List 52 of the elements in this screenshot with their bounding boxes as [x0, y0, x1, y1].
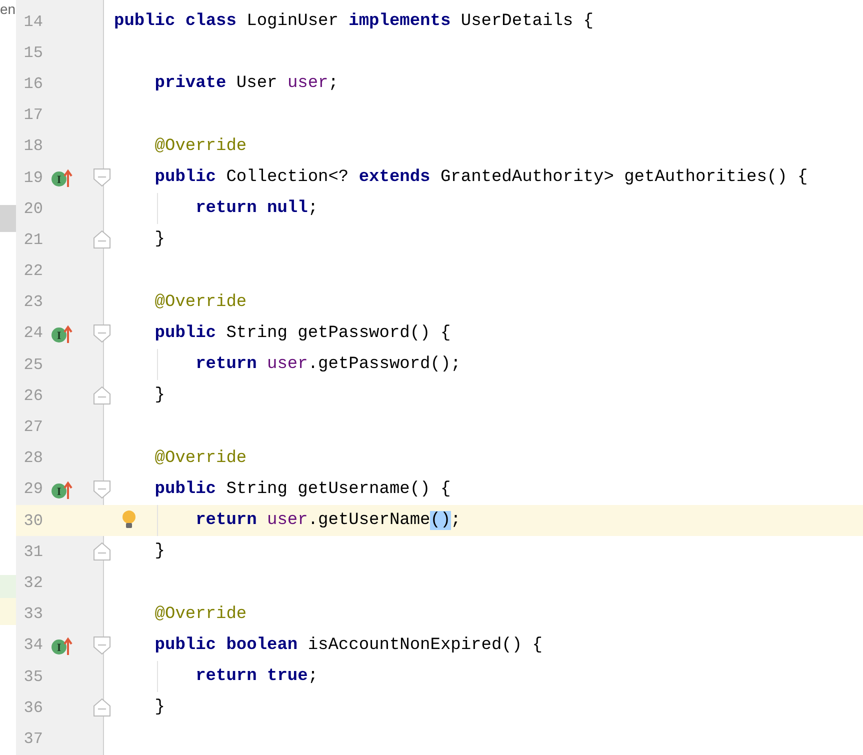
- line-number: 27: [22, 418, 43, 436]
- code-line: @Override: [154, 136, 247, 156]
- line-number: 20: [22, 200, 43, 218]
- line-number: 24: [22, 324, 43, 342]
- line-number: 14: [22, 12, 43, 31]
- line-number: 29: [22, 480, 43, 498]
- line-number: 32: [22, 574, 43, 592]
- code-line: return user.getPassword();: [196, 355, 461, 374]
- code-line: return true;: [196, 667, 318, 686]
- lightbulb-icon[interactable]: [121, 510, 137, 530]
- line-number: 18: [22, 137, 43, 156]
- line-number: 19: [22, 168, 43, 187]
- fold-icon[interactable]: [93, 480, 111, 499]
- fold-icon[interactable]: [93, 636, 111, 655]
- fold-icon[interactable]: [93, 386, 111, 406]
- line-number: 36: [22, 698, 43, 717]
- line-number: 25: [22, 356, 43, 374]
- code-line: public String getPassword() {: [154, 324, 451, 343]
- code-line: public String getUsername() {: [154, 480, 451, 499]
- line-number: 35: [22, 668, 43, 686]
- line-number: 17: [22, 106, 43, 124]
- code-line: return null;: [196, 199, 318, 218]
- line-number: 15: [22, 44, 43, 62]
- code-line: }: [154, 386, 165, 406]
- fold-icon[interactable]: [93, 168, 111, 187]
- code-line: public Collection<? extends GrantedAuthority> getAuthorities() {: [154, 168, 808, 188]
- code-line: @Override: [154, 292, 247, 312]
- fold-icon[interactable]: [93, 698, 111, 718]
- line-number: 23: [22, 293, 43, 312]
- line-number: 21: [22, 230, 43, 249]
- fold-icon[interactable]: [93, 542, 111, 562]
- code-line: @Override: [154, 604, 247, 624]
- line-number: 34: [22, 636, 43, 654]
- fold-icon[interactable]: [93, 324, 111, 343]
- fold-icon[interactable]: [93, 230, 111, 250]
- line-number: 31: [22, 542, 43, 561]
- code-line: }: [154, 698, 165, 718]
- line-number: 26: [22, 386, 43, 405]
- code-line: private User user;: [154, 74, 338, 94]
- code-line: return user.getUserName();: [196, 511, 461, 530]
- code-line: public class LoginUser implements UserDetails {: [114, 12, 594, 32]
- line-number: 16: [22, 74, 43, 93]
- code-line: }: [154, 230, 165, 250]
- line-number: 33: [22, 605, 43, 624]
- code-line: @Override: [154, 448, 247, 468]
- line-number: 22: [22, 262, 43, 280]
- line-number: 37: [22, 730, 43, 748]
- line-number: 30: [22, 512, 43, 530]
- panel-label: en: [0, 1, 16, 17]
- code-line: }: [154, 542, 165, 562]
- line-number: 28: [22, 449, 43, 468]
- code-line: public boolean isAccountNonExpired() {: [154, 636, 542, 655]
